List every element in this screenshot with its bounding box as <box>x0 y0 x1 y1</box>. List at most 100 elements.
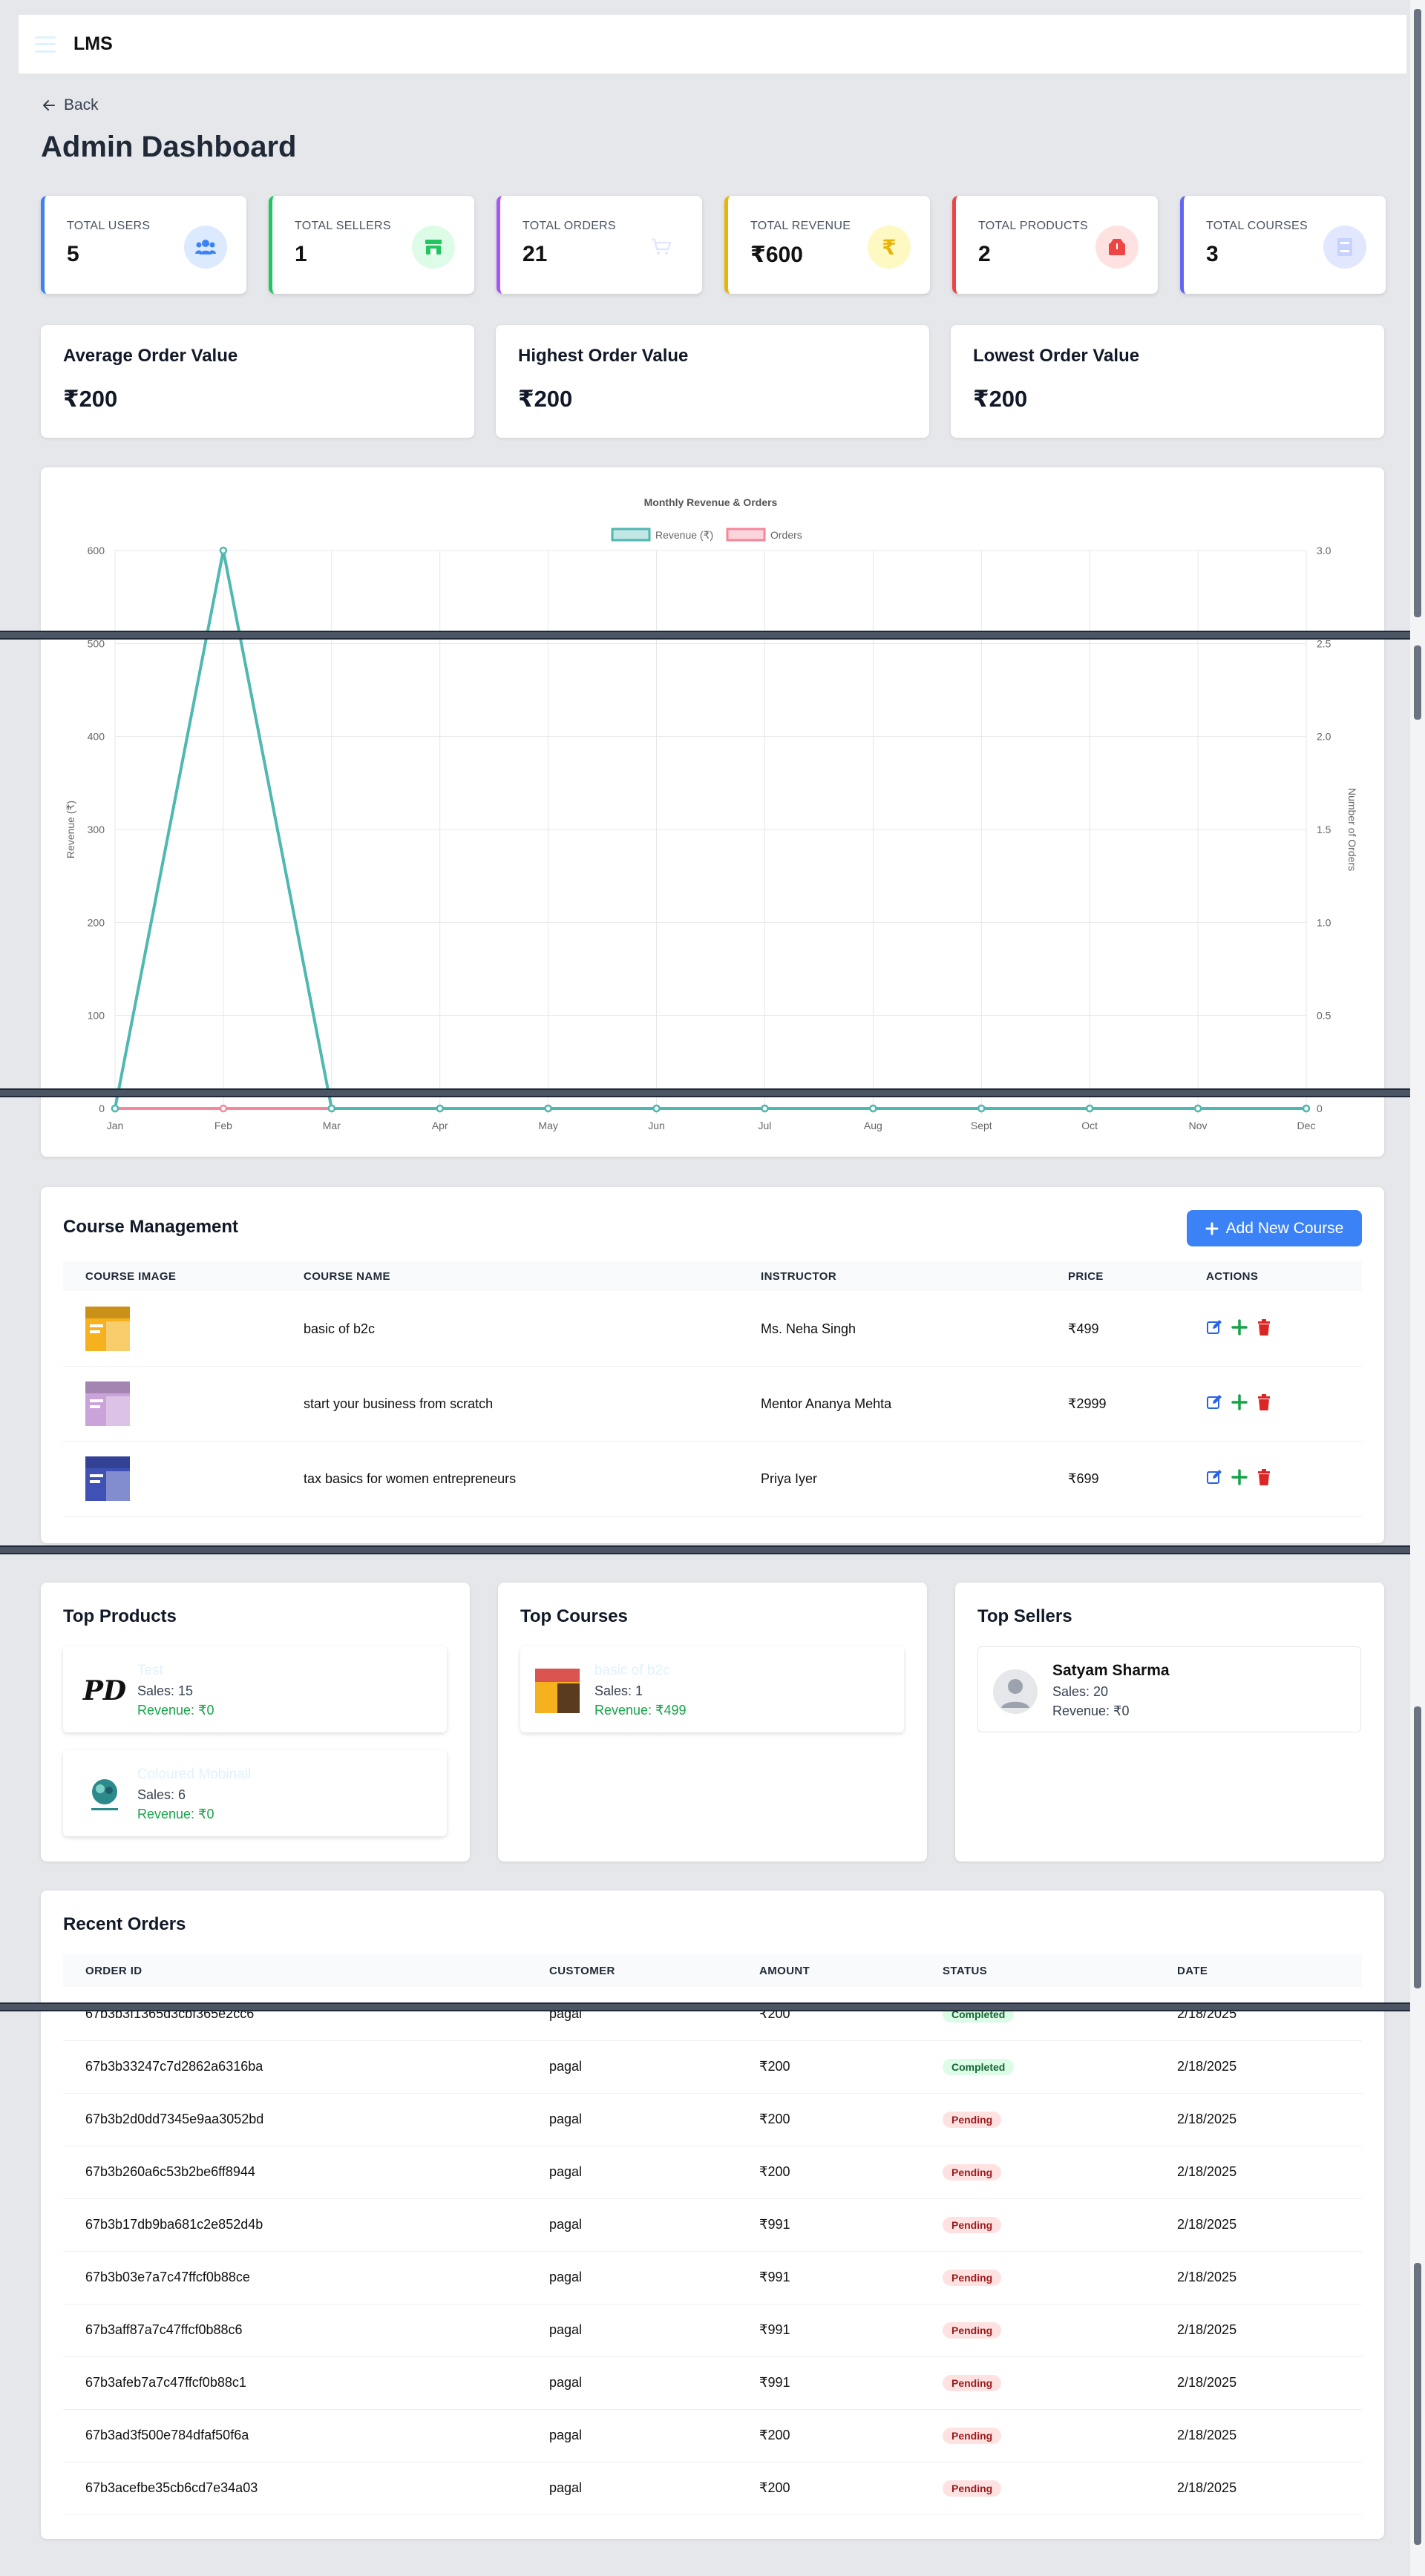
order-row[interactable]: 67b3aff87a7c47ffcf0b88c6 pagal ₹991 Pending… <box>63 2304 1362 2357</box>
order-row[interactable]: 67b3b03e7a7c47ffcf0b88ce pagal ₹991 Pending… <box>63 2252 1362 2304</box>
data-point[interactable] <box>219 546 228 555</box>
add-new-course-button[interactable]: Add New Course <box>1187 1210 1362 1246</box>
order-value-amount: ₹200 <box>518 386 573 412</box>
status-badge: Pending <box>943 2164 1002 2181</box>
legend-item[interactable]: Orders <box>726 528 802 542</box>
top-product-item[interactable]: Coloured Mobinail Sales: 6 Revenue: ₹0 <box>63 1750 447 1836</box>
horizontal-scrollbar[interactable] <box>0 631 1410 640</box>
scrollbar-thumb[interactable] <box>1414 1706 1421 1988</box>
order-row[interactable]: 67b3afeb7a7c47ffcf0b88c1 pagal ₹991 Pending… <box>63 2357 1362 2410</box>
scrollbar-thumb[interactable] <box>1414 645 1421 720</box>
stat-label: TOTAL REVENUE <box>750 220 851 232</box>
data-point[interactable] <box>761 1104 769 1113</box>
status-badge: Pending <box>943 2375 1002 2391</box>
course-instructor: Ms. Neha Singh <box>761 1321 856 1336</box>
seller-name: Satyam Sharma <box>1052 1662 1170 1679</box>
vertical-scrollbar[interactable] <box>1410 0 1425 2576</box>
course-name: basic of b2c <box>304 1321 376 1336</box>
stat-value: 5 <box>67 242 79 266</box>
stat-label: TOTAL SELLERS <box>295 220 391 232</box>
stat-card-total-revenue: TOTAL REVENUE ₹600 ₹ <box>724 196 930 294</box>
stat-label: TOTAL COURSES <box>1206 220 1308 232</box>
order-date: 2/18/2025 <box>1177 2428 1237 2442</box>
data-point[interactable] <box>544 1104 552 1113</box>
horizontal-scrollbar[interactable] <box>0 1088 1410 1097</box>
header-price: PRICE <box>1068 1269 1104 1283</box>
edit-icon[interactable] <box>1206 1319 1222 1339</box>
plus-icon <box>1205 1222 1219 1235</box>
header-customer: CUSTOMER <box>549 1964 615 1977</box>
back-button[interactable]: Back <box>42 96 99 114</box>
app-brand: LMS <box>73 33 113 54</box>
scrollbar-thumb[interactable] <box>1414 9 1421 617</box>
order-value-amount: ₹200 <box>973 386 1028 412</box>
data-point[interactable] <box>869 1104 877 1113</box>
legend-item[interactable]: Revenue (₹) <box>611 528 713 542</box>
delete-icon[interactable] <box>1257 1318 1271 1339</box>
data-point[interactable] <box>327 1104 336 1113</box>
stat-card-total-courses: TOTAL COURSES 3 <box>1180 196 1386 294</box>
order-row[interactable]: 67b3acefbe35cb6cd7e34a03 pagal ₹200 Pending… <box>63 2462 1362 2515</box>
store-icon <box>412 226 455 269</box>
data-point[interactable] <box>1193 1104 1202 1113</box>
order-row[interactable]: 67b3ad3f500e784dfaf50f6a pagal ₹200 Pending… <box>63 2410 1362 2462</box>
order-row[interactable]: 67b3b17db9ba681c2e852d4b pagal ₹991 Pending… <box>63 2199 1362 2252</box>
edit-icon[interactable] <box>1206 1469 1222 1489</box>
order-id: 67b3acefbe35cb6cd7e34a03 <box>85 2480 258 2495</box>
box-icon <box>1095 226 1139 269</box>
order-status: Pending <box>943 2164 1002 2181</box>
top-products-title: Top Products <box>63 1606 177 1626</box>
top-seller-item[interactable]: Satyam Sharma Sales: 20 Revenue: ₹0 <box>977 1646 1361 1732</box>
y2-tick-label: 3.0 <box>1317 545 1331 556</box>
data-point[interactable] <box>436 1104 444 1113</box>
hamburger-menu-icon[interactable] <box>35 36 56 53</box>
data-point[interactable] <box>652 1104 661 1113</box>
product-logo-image <box>91 1779 118 1810</box>
order-value-title: Highest Order Value <box>518 346 689 366</box>
x-tick-label: Oct <box>1081 1120 1098 1131</box>
x-tick-label: Jan <box>107 1120 124 1131</box>
data-point[interactable] <box>977 1104 986 1113</box>
add-icon[interactable] <box>1231 1318 1248 1339</box>
y-tick-label: 300 <box>88 824 105 835</box>
x-tick-label: Feb <box>214 1120 232 1131</box>
order-row[interactable]: 67b3b2d0dd7345e9aa3052bd pagal ₹200 Pending… <box>63 2094 1362 2146</box>
top-product-item[interactable]: PD Test Sales: 15 Revenue: ₹0 <box>63 1646 447 1732</box>
x-tick-label: Jul <box>759 1120 772 1131</box>
data-point[interactable] <box>219 1104 228 1113</box>
stat-card-total-products: TOTAL PRODUCTS 2 <box>952 196 1158 294</box>
order-row[interactable]: 67b3b3f1365d3cbf365e2cc6 pagal ₹200 Complet… <box>63 1988 1362 2041</box>
course-management-title: Course Management <box>63 1217 239 1237</box>
scrollbar-thumb[interactable] <box>1414 2263 1421 2545</box>
delete-icon[interactable] <box>1257 1468 1271 1489</box>
course-actions <box>1206 1318 1271 1339</box>
order-row[interactable]: 67b3b33247c7d2862a6316ba pagal ₹200 Complet… <box>63 2041 1362 2094</box>
course-instructor: Mentor Ananya Mehta <box>761 1396 892 1411</box>
order-row[interactable]: 67b3b260a6c53b2be6ff8944 pagal ₹200 Pending… <box>63 2146 1362 2199</box>
add-icon[interactable] <box>1231 1468 1248 1489</box>
horizontal-scrollbar[interactable] <box>0 2002 1410 2011</box>
horizontal-scrollbar[interactable] <box>0 1545 1410 1554</box>
add-icon[interactable] <box>1231 1393 1248 1414</box>
course-actions <box>1206 1468 1271 1489</box>
top-course-item[interactable]: basic of b2c Sales: 1 Revenue: ₹499 <box>520 1646 904 1732</box>
data-point[interactable] <box>111 1104 119 1113</box>
delete-icon[interactable] <box>1257 1393 1271 1414</box>
recent-orders-title: Recent Orders <box>63 1914 186 1934</box>
data-point[interactable] <box>1302 1104 1311 1113</box>
page-title: Admin Dashboard <box>41 131 297 163</box>
order-customer: pagal <box>549 2270 583 2284</box>
course-actions <box>1206 1393 1271 1414</box>
stat-value: ₹600 <box>750 243 803 267</box>
chart-title: Monthly Revenue & Orders <box>644 496 778 508</box>
order-value-title: Average Order Value <box>63 346 238 366</box>
data-point[interactable] <box>1085 1104 1094 1113</box>
x-tick-label: May <box>538 1120 557 1131</box>
order-customer: pagal <box>549 2428 583 2442</box>
y2-tick-label: 2.0 <box>1317 731 1331 743</box>
order-id: 67b3b17db9ba681c2e852d4b <box>85 2217 263 2232</box>
back-label: Back <box>64 96 99 114</box>
order-customer: pagal <box>549 2164 583 2179</box>
order-customer: pagal <box>549 2217 583 2232</box>
edit-icon[interactable] <box>1206 1394 1222 1414</box>
